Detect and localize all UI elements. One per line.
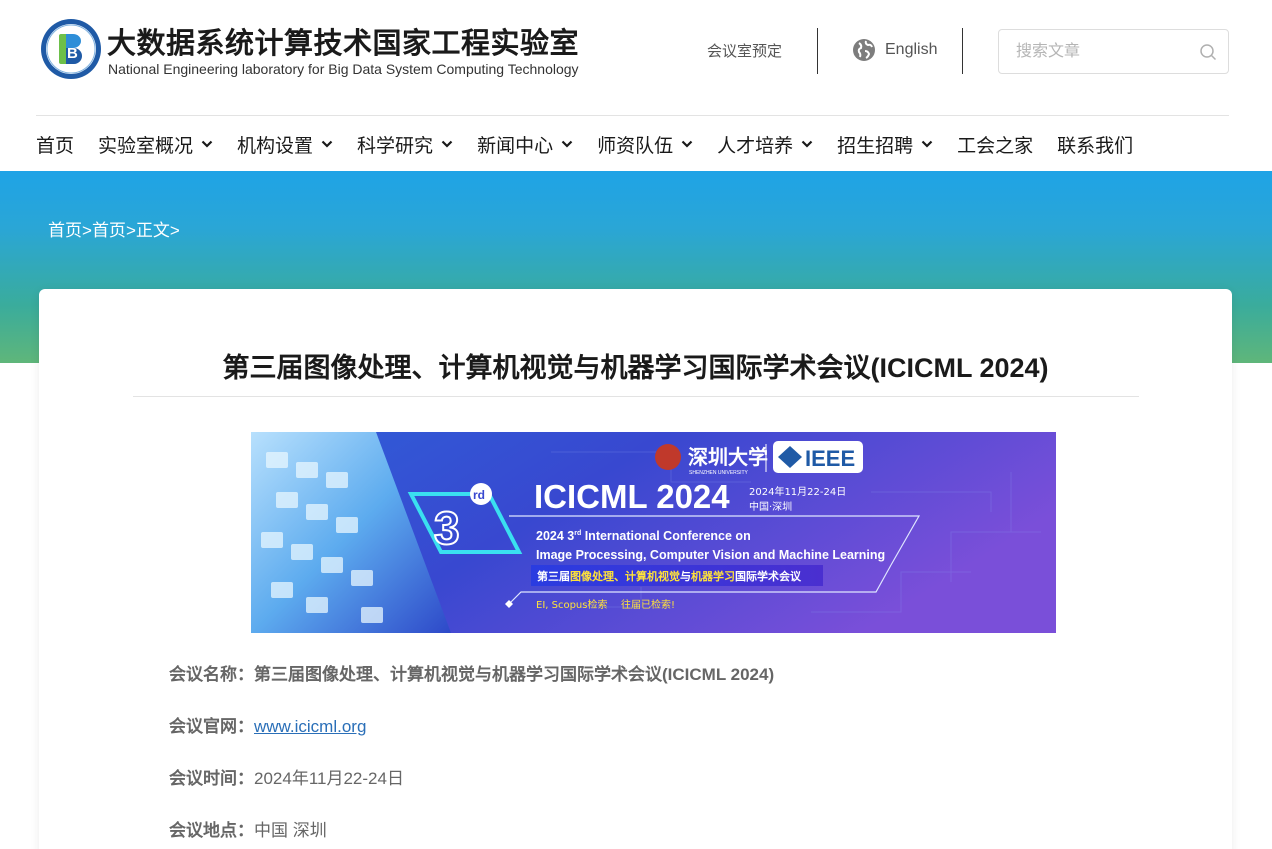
nav-label: 首页 — [36, 135, 75, 157]
poster-szu-logo-en: SHENZHEN UNIVERSITY — [689, 470, 749, 476]
nav-label: 新闻中心 — [477, 135, 554, 157]
field-label: 会议地点： — [169, 821, 254, 840]
breadcrumb-item[interactable]: 正文 — [136, 221, 170, 240]
site-header: B 大数据系统计算技术国家工程实验室 National Engineering … — [0, 0, 1272, 171]
site-subtitle: National Engineering laboratory for Big … — [108, 61, 579, 77]
header-divider — [962, 28, 963, 74]
site-title: 大数据系统计算技术国家工程实验室 — [107, 28, 580, 60]
logo-letter: B — [67, 45, 78, 62]
language-label: English — [885, 41, 938, 58]
nav-item-news[interactable]: 新闻中心 — [477, 131, 573, 158]
header-divider — [817, 28, 818, 74]
poster-date: 2024年11月22-24日 — [749, 485, 846, 498]
chevron-down-icon — [921, 140, 933, 148]
nav-label: 招生招聘 — [837, 135, 914, 157]
poster-ieee-logo: IEEE — [805, 446, 855, 471]
breadcrumb: 首页>首页>正文> — [48, 216, 180, 241]
nav-item-recruitment[interactable]: 招生招聘 — [837, 131, 933, 158]
field-label: 会议名称： — [169, 665, 254, 684]
meeting-room-booking-link[interactable]: 会议室预定 — [707, 40, 782, 61]
poster-en-line2: Image Processing, Computer Vision and Ma… — [536, 548, 885, 562]
field-value: 中国 深圳 — [254, 821, 327, 840]
lab-logo[interactable]: B — [40, 18, 102, 80]
title-divider — [133, 396, 1139, 397]
search-icon[interactable] — [1199, 43, 1217, 61]
poster-index-note2: 往届已检索! — [621, 598, 675, 611]
language-switch[interactable]: English — [852, 38, 937, 62]
chevron-down-icon — [321, 140, 333, 148]
breadcrumb-item[interactable]: 首页 — [92, 221, 126, 240]
chevron-down-icon — [681, 140, 693, 148]
chevron-down-icon — [201, 140, 213, 148]
globe-icon — [853, 39, 875, 61]
article-card: 第三届图像处理、计算机视觉与机器学习国际学术会议(ICICML 2024) 3 … — [39, 289, 1232, 849]
article-title: 第三届图像处理、计算机视觉与机器学习国际学术会议(ICICML 2024) — [222, 353, 1049, 383]
search-box — [998, 29, 1229, 74]
nav-label: 科学研究 — [357, 135, 434, 157]
poster-place: 中国·深圳 — [749, 500, 792, 513]
nav-item-education[interactable]: 人才培养 — [717, 131, 813, 158]
breadcrumb-item[interactable]: 首页 — [48, 221, 82, 240]
chevron-down-icon — [801, 140, 813, 148]
nav-label: 联系我们 — [1057, 135, 1134, 157]
field-label: 会议官网： — [169, 717, 254, 736]
poster-cn-line: 第三届图像处理、计算机视觉与机器学习国际学术会议 — [537, 569, 802, 583]
nav-item-faculty[interactable]: 师资队伍 — [597, 131, 693, 158]
breadcrumb-separator: > — [82, 221, 92, 240]
chevron-down-icon — [441, 140, 453, 148]
poster-conf-name: ICICML 2024 — [534, 478, 730, 515]
nav-label: 实验室概况 — [98, 135, 194, 157]
nav-item-contact[interactable]: 联系我们 — [1057, 131, 1133, 158]
search-input[interactable] — [999, 30, 1189, 73]
field-label: 会议时间： — [169, 769, 254, 788]
nav-label: 机构设置 — [237, 135, 314, 157]
field-value: 第三届图像处理、计算机视觉与机器学习国际学术会议(ICICML 2024) — [254, 665, 775, 684]
poster-szu-logo-text: 深圳大学 — [688, 445, 768, 469]
nav-label: 人才培养 — [717, 135, 794, 157]
conference-website-row: 会议官网：www.icicml.org — [169, 712, 366, 737]
breadcrumb-separator: > — [125, 221, 136, 240]
conference-location-row: 会议地点：中国 深圳 — [169, 816, 327, 841]
nav-label: 师资队伍 — [597, 135, 674, 157]
nav-item-union[interactable]: 工会之家 — [957, 131, 1033, 158]
field-value: 2024年11月22-24日 — [254, 769, 404, 788]
nav-item-research[interactable]: 科学研究 — [357, 131, 453, 158]
header-rule — [36, 115, 1229, 116]
nav-item-home[interactable]: 首页 — [36, 131, 74, 158]
conference-website-link[interactable]: www.icicml.org — [254, 717, 366, 736]
nav-item-organization[interactable]: 机构设置 — [237, 131, 333, 158]
breadcrumb-separator: > — [169, 221, 180, 240]
nav-label: 工会之家 — [957, 135, 1034, 157]
poster-edition-number: 3 — [434, 502, 460, 554]
conference-name-row: 会议名称：第三届图像处理、计算机视觉与机器学习国际学术会议(ICICML 202… — [169, 660, 774, 685]
poster-en-line1: 2024 3rd International Conference on — [536, 529, 751, 543]
chevron-down-icon — [561, 140, 573, 148]
nav-item-lab-overview[interactable]: 实验室概况 — [98, 131, 213, 158]
poster-edition-suffix: rd — [473, 488, 485, 502]
main-nav: 首页 实验室概况 机构设置 科学研究 新闻中心 师资队伍 人才培养 招生招聘 工… — [36, 131, 1157, 157]
poster-index-note1: EI, Scopus检索 — [536, 598, 607, 611]
conference-date-row: 会议时间：2024年11月22-24日 — [169, 764, 404, 789]
conference-poster-image: 3 rd 深圳大学 SHENZHEN UNIVERSITY IEEE ICICM… — [251, 432, 1056, 633]
